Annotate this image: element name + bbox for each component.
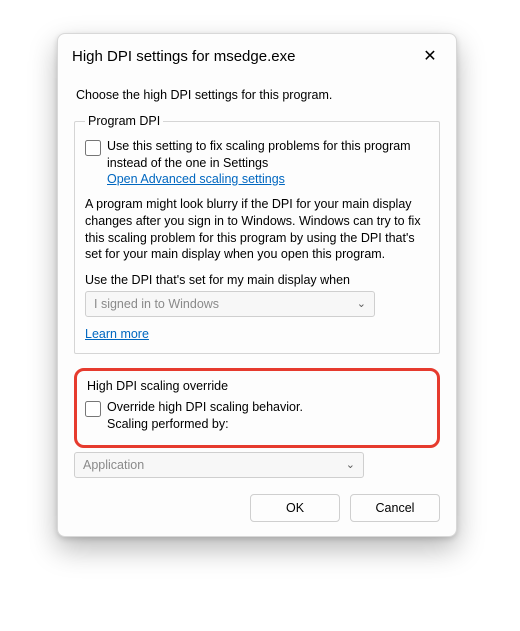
dialog-body: Choose the high DPI settings for this pr… <box>58 76 456 536</box>
override-legend: High DPI scaling override <box>87 379 429 393</box>
close-icon: ✕ <box>423 46 436 66</box>
close-button[interactable]: ✕ <box>418 44 442 68</box>
buttons-row: OK Cancel <box>74 494 440 522</box>
fix-scaling-row: Use this setting to fix scaling problems… <box>85 138 429 186</box>
ok-button[interactable]: OK <box>250 494 340 522</box>
override-label-2: Scaling performed by: <box>107 416 303 433</box>
program-dpi-legend: Program DPI <box>85 114 163 128</box>
titlebar: High DPI settings for msedge.exe ✕ <box>58 34 456 76</box>
intro-text: Choose the high DPI settings for this pr… <box>76 88 440 102</box>
override-labels: Override high DPI scaling behavior. Scal… <box>107 399 303 433</box>
override-checkbox[interactable] <box>85 401 101 417</box>
chevron-down-icon: ⌄ <box>357 296 366 312</box>
scaling-by-value: Application <box>83 458 144 472</box>
chevron-down-icon: ⌄ <box>346 457 355 473</box>
learn-more-link[interactable]: Learn more <box>85 327 149 341</box>
open-advanced-scaling-link[interactable]: Open Advanced scaling settings <box>107 172 285 186</box>
scaling-by-select-wrap: Application ⌄ <box>74 452 364 478</box>
scaling-by-select[interactable]: Application ⌄ <box>74 452 364 478</box>
override-label-1: Override high DPI scaling behavior. <box>107 399 303 416</box>
signin-select-value: I signed in to Windows <box>94 297 219 311</box>
dialog-title: High DPI settings for msedge.exe <box>72 48 295 65</box>
signin-select[interactable]: I signed in to Windows ⌄ <box>85 291 375 317</box>
high-dpi-dialog: High DPI settings for msedge.exe ✕ Choos… <box>57 33 457 537</box>
blurb-text: A program might look blurry if the DPI f… <box>85 196 429 264</box>
override-row: Override high DPI scaling behavior. Scal… <box>85 399 429 433</box>
signin-select-wrap: I signed in to Windows ⌄ <box>85 291 375 317</box>
fix-scaling-label: Use this setting to fix scaling problems… <box>107 138 429 172</box>
cancel-button[interactable]: Cancel <box>350 494 440 522</box>
fix-scaling-checkbox[interactable] <box>85 140 101 156</box>
override-highlight: High DPI scaling override Override high … <box>74 368 440 448</box>
fix-scaling-labels: Use this setting to fix scaling problems… <box>107 138 429 186</box>
use-dpi-label: Use the DPI that's set for my main displ… <box>85 273 429 287</box>
program-dpi-group: Program DPI Use this setting to fix scal… <box>74 114 440 354</box>
